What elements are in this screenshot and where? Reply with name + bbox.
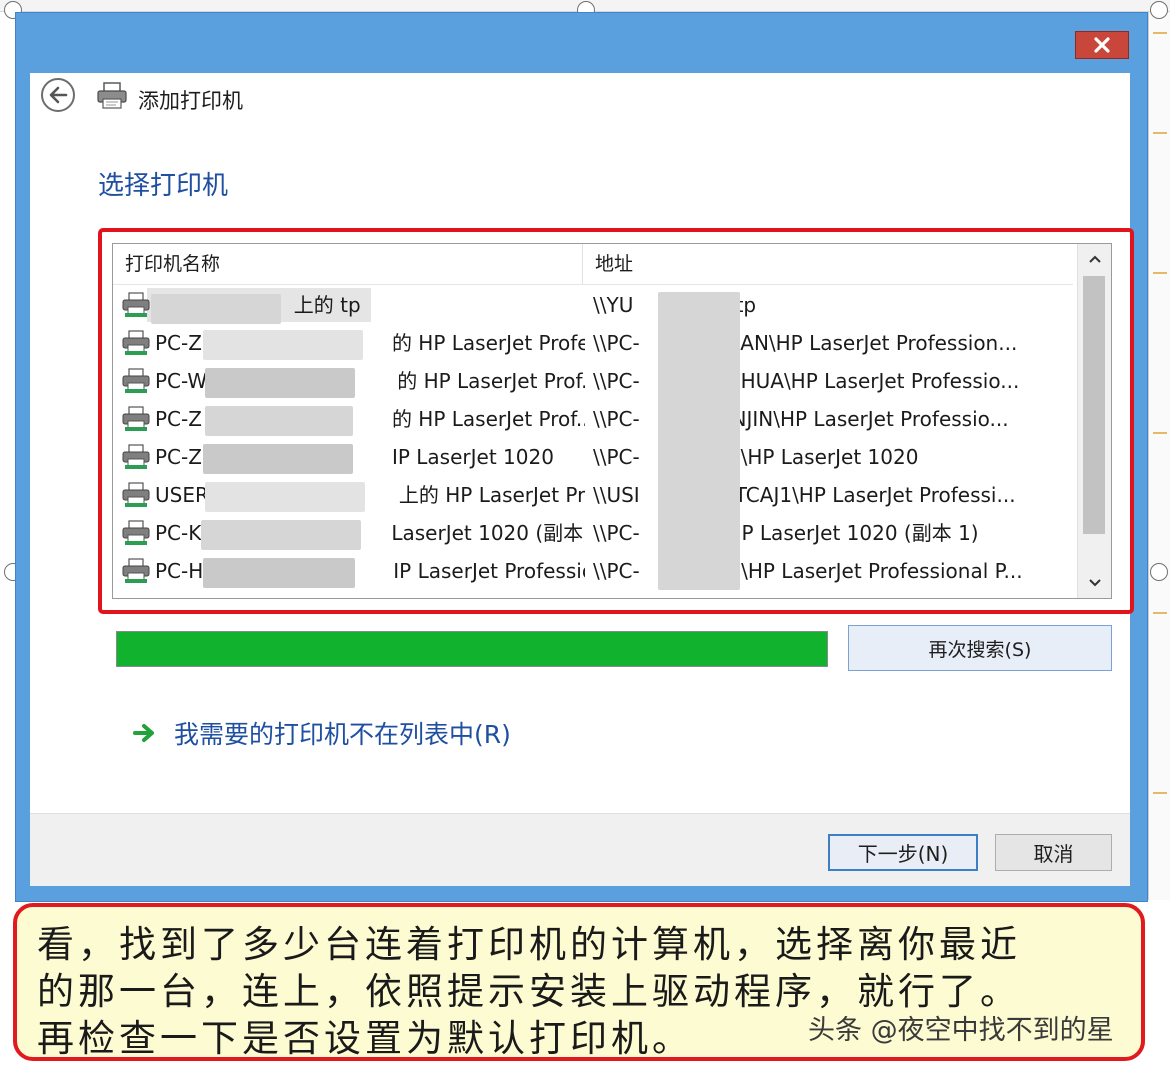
printer-name-suffix: 的 HP LaserJet Profe... (391, 331, 585, 355)
printer-name-prefix: PC-Z (155, 331, 202, 355)
printer-address-prefix: \\PC- (593, 521, 640, 545)
annotation-line: 看，找到了多少台连着打印机的计算机，选择离你最近 (37, 923, 1021, 966)
green-arrow-icon (130, 718, 160, 748)
privacy-blur (151, 294, 281, 324)
privacy-blur (203, 444, 353, 474)
close-button[interactable] (1075, 31, 1129, 59)
printer-address-prefix: \\USI (593, 483, 640, 507)
privacy-blur (205, 368, 355, 398)
header-divider (113, 284, 1073, 285)
printer-name-suffix: IP LaserJet Professio... (393, 559, 585, 583)
privacy-blur (205, 406, 353, 436)
privacy-blur (203, 330, 363, 360)
search-again-button[interactable]: 再次搜索(S) (848, 625, 1112, 671)
printer-name-prefix: PC-H (155, 559, 204, 583)
privacy-blur (201, 520, 361, 550)
watermark: 头条 @夜空中找不到的星 (808, 1015, 1114, 1046)
printer-address-prefix: \\PC- (593, 331, 640, 355)
printer-name-suffix: 上的 tp (293, 293, 361, 317)
printer-name-suffix: 上的 HP LaserJet Pro... (398, 483, 585, 507)
column-header-address[interactable]: 地址 (583, 244, 1073, 284)
selection-handle[interactable] (1150, 563, 1168, 581)
printer-name-prefix: PC-Z (155, 445, 202, 469)
dialog-header: 添加打印机 (30, 73, 1130, 123)
chevron-down-icon (1089, 579, 1101, 587)
next-button[interactable]: 下一步(N) (828, 834, 978, 871)
printer-address-suffix: \HP LaserJet 1020 (副本 1) (719, 521, 979, 545)
printer-name-suffix: 的 HP LaserJet Prof... (391, 407, 585, 431)
back-arrow-icon (49, 86, 68, 104)
printer-name-suffix: IP LaserJet 1020 (391, 445, 554, 469)
scrollbar-thumb[interactable] (1083, 276, 1105, 534)
printer-address-prefix: \\PC- (593, 445, 640, 469)
printer-not-listed-label[interactable]: 我需要的打印机不在列表中(R) (174, 715, 511, 751)
background-document-right (1148, 12, 1170, 900)
add-printer-dialog: 添加打印机 选择打印机 打印机名称 地址 \上的 tp\\YUG\tpPC-Z的… (15, 12, 1148, 902)
close-icon (1094, 37, 1110, 53)
network-printer-icon (122, 558, 150, 596)
column-header-name[interactable]: 打印机名称 (113, 244, 583, 284)
dialog-title: 添加打印机 (138, 89, 243, 113)
privacy-blur (658, 292, 740, 590)
printer-not-listed-link[interactable]: 我需要的打印机不在列表中(R) (130, 713, 511, 753)
printer-address-suffix: INHUA\HP LaserJet Professio... (719, 369, 1020, 393)
printer-list[interactable]: 打印机名称 地址 \上的 tp\\YUG\tpPC-Z的 HP LaserJet… (112, 243, 1112, 599)
privacy-blur (203, 558, 355, 588)
dialog-content: 选择打印机 打印机名称 地址 \上的 tp\\YUG\tpPC-Z的 HP La… (30, 123, 1134, 813)
printer-address-prefix: \\PC- (593, 559, 640, 583)
dialog-footer: 下一步(N) 取消 (30, 813, 1130, 886)
page-heading: 选择打印机 (98, 171, 229, 201)
printer-address-prefix: \\YU (593, 293, 634, 317)
search-progress-bar (116, 631, 828, 667)
printer-address-suffix: IG\HP LaserJet Professional P... (719, 559, 1023, 583)
printer-name-prefix: USER (155, 483, 209, 507)
printer-name-prefix: PC-W (155, 369, 208, 393)
chevron-up-icon (1089, 255, 1101, 263)
printer-address-suffix: JUAN\HP LaserJet Profession... (719, 331, 1018, 355)
scroll-down-button[interactable] (1078, 568, 1111, 598)
printer-name-suffix: LaserJet 1020 (副本 ... (391, 521, 585, 545)
printer-name-suffix: 的 HP LaserJet Prof... (397, 369, 585, 393)
scroll-up-button[interactable] (1078, 244, 1111, 274)
cancel-button[interactable]: 取消 (995, 834, 1112, 871)
printer-icon (97, 82, 127, 109)
printer-address-suffix: HTCAJ1\HP LaserJet Professi... (719, 483, 1016, 507)
selection-handle[interactable] (1150, 1, 1168, 19)
privacy-blur (205, 482, 365, 512)
back-button[interactable] (41, 78, 75, 112)
vertical-scrollbar[interactable] (1077, 244, 1111, 598)
printer-name-prefix: PC-Z (155, 407, 202, 431)
printer-address-suffix: JINJIN\HP LaserJet Professio... (719, 407, 1009, 431)
printer-address-prefix: \\PC- (593, 407, 640, 431)
printer-name-prefix: PC-K (155, 521, 202, 545)
printer-address-suffix: IN\HP LaserJet 1020 (719, 445, 919, 469)
printer-address-prefix: \\PC- (593, 369, 640, 393)
